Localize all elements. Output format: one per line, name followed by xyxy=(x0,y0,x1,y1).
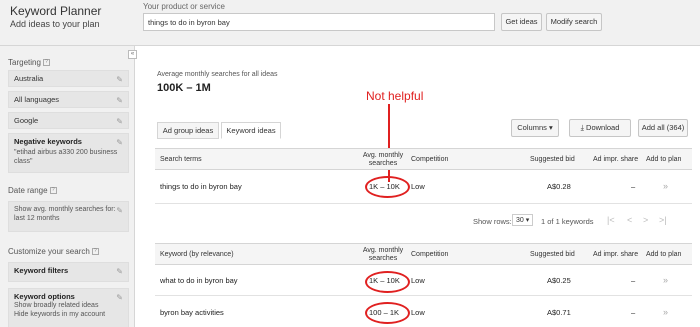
pencil-icon[interactable]: ✎ xyxy=(116,206,123,215)
help-icon[interactable]: ? xyxy=(91,248,99,256)
next-page-icon[interactable]: > xyxy=(643,215,648,225)
keyword-options-line: Hide keywords in my account xyxy=(14,311,106,318)
annotation-oval xyxy=(365,302,410,324)
customize-search-label: Customize your search? xyxy=(8,247,99,256)
keyword-options[interactable]: Keyword options Show broadly related ide… xyxy=(8,288,129,327)
help-icon[interactable]: ? xyxy=(42,59,50,67)
pencil-icon[interactable]: ✎ xyxy=(116,75,123,84)
impr-share-cell: – xyxy=(631,308,636,317)
keyword-ideas-table-header: Keyword (by relevance) Avg. monthly sear… xyxy=(155,243,692,265)
pencil-icon[interactable]: ✎ xyxy=(116,138,123,147)
annotation-oval xyxy=(365,271,410,293)
negative-keywords-value: "etihad airbus a330 200 business class" xyxy=(14,149,118,165)
caret-down-icon: ▾ xyxy=(548,123,553,132)
tab-ad-group-ideas[interactable]: Ad group ideas xyxy=(157,122,219,139)
table-row: byron bay activities 100 – 1K Low A$0.71… xyxy=(155,297,692,327)
col-ad-impr-share[interactable]: Ad impr. share xyxy=(593,251,638,259)
get-ideas-button[interactable]: Get ideas xyxy=(501,13,542,31)
keyword-options-title: Keyword options xyxy=(14,292,75,301)
search-terms-table-header: Search terms Avg. monthly searches Compe… xyxy=(155,148,692,170)
date-range-value: Show avg. monthly searches for: last 12 … xyxy=(14,206,116,222)
targeting-network[interactable]: Google ✎ xyxy=(8,112,129,129)
col-competition[interactable]: Competition xyxy=(411,156,448,164)
app-subtitle: Add ideas to your plan xyxy=(10,19,100,29)
col-competition[interactable]: Competition xyxy=(411,251,448,259)
first-page-icon[interactable]: |< xyxy=(607,215,615,225)
table-row: what to do in byron bay 1K – 10K Low A$0… xyxy=(155,266,692,296)
product-input[interactable]: things to do in byron bay xyxy=(143,13,495,31)
last-page-icon[interactable]: >| xyxy=(659,215,667,225)
download-button[interactable]: ⤓ Download xyxy=(569,119,631,137)
col-add-to-plan: Add to plan xyxy=(646,251,682,258)
col-search-terms[interactable]: Search terms xyxy=(160,156,202,164)
avg-searches-label: Average monthly searches for all ideas xyxy=(157,71,278,78)
bid-cell: A$0.25 xyxy=(547,276,571,285)
columns-label: Columns xyxy=(517,123,547,132)
col-add-to-plan: Add to plan xyxy=(646,156,682,163)
page-range: 1 of 1 keywords xyxy=(541,217,594,226)
avg-searches-value: 100K – 1M xyxy=(157,82,211,94)
prev-page-icon[interactable]: < xyxy=(627,215,632,225)
targeting-location[interactable]: Australia ✎ xyxy=(8,70,129,87)
tab-keyword-ideas[interactable]: Keyword ideas xyxy=(221,122,281,139)
col-avg-searches[interactable]: Avg. monthly searches xyxy=(355,247,411,263)
rows-select[interactable]: 30 ▾ xyxy=(512,214,534,226)
col-suggested-bid[interactable]: Suggested bid xyxy=(530,156,575,164)
keyword-text: what to do in byron bay xyxy=(160,276,238,285)
targeting-label: Targeting? xyxy=(8,58,50,67)
add-to-plan-icon[interactable]: » xyxy=(663,181,668,191)
bid-cell: A$0.28 xyxy=(547,182,571,191)
add-to-plan-icon[interactable]: » xyxy=(663,307,668,317)
date-range-setting[interactable]: Show avg. monthly searches for: last 12 … xyxy=(8,201,129,232)
bid-cell: A$0.71 xyxy=(547,308,571,317)
col-suggested-bid[interactable]: Suggested bid xyxy=(530,251,575,259)
top-header: Keyword Planner Add ideas to your plan Y… xyxy=(0,0,700,46)
keyword-text: byron bay activities xyxy=(160,308,224,317)
competition-cell: Low xyxy=(411,308,425,317)
network-value: Google xyxy=(14,116,39,125)
annotation-text: Not helpful xyxy=(366,89,424,103)
language-value: All languages xyxy=(14,95,60,104)
table-row: things to do in byron bay 1K – 10K Low A… xyxy=(155,170,692,204)
modify-search-button[interactable]: Modify search xyxy=(546,13,602,31)
show-rows-label: Show rows: xyxy=(473,217,512,226)
date-range-label: Date range? xyxy=(8,186,57,195)
targeting-language[interactable]: All languages ✎ xyxy=(8,91,129,108)
pencil-icon[interactable]: ✎ xyxy=(116,117,123,126)
add-to-plan-icon[interactable]: » xyxy=(663,275,668,285)
negative-keywords[interactable]: Negative keywords "etihad airbus a330 20… xyxy=(8,133,129,173)
negative-keywords-title: Negative keywords xyxy=(14,137,82,146)
col-avg-searches[interactable]: Avg. monthly searches xyxy=(355,152,411,168)
pencil-icon[interactable]: ✎ xyxy=(116,293,123,302)
annotation-oval xyxy=(365,176,410,198)
rows-select-value: 30 xyxy=(516,217,524,224)
pagination-bar: Show rows: 30 ▾ 1 of 1 keywords |< < > >… xyxy=(155,210,692,232)
col-ad-impr-share[interactable]: Ad impr. share xyxy=(593,156,638,164)
help-icon[interactable]: ? xyxy=(49,187,57,195)
add-all-button[interactable]: Add all (364) xyxy=(638,119,688,137)
competition-cell: Low xyxy=(411,276,425,285)
pencil-icon[interactable]: ✎ xyxy=(116,267,123,276)
download-label: Download xyxy=(586,123,620,132)
keyword-options-line: Show broadly related ideas xyxy=(14,302,99,309)
col-keyword[interactable]: Keyword (by relevance) xyxy=(160,251,234,259)
download-icon: ⤓ xyxy=(580,123,584,132)
impr-share-cell: – xyxy=(631,276,636,285)
competition-cell: Low xyxy=(411,182,425,191)
columns-button[interactable]: Columns ▾ xyxy=(511,119,559,137)
location-value: Australia xyxy=(14,74,44,83)
impr-share-cell: – xyxy=(631,182,636,191)
keyword-filters[interactable]: Keyword filters ✎ xyxy=(8,262,129,282)
app-title: Keyword Planner xyxy=(10,4,102,18)
keyword-filters-label: Keyword filters xyxy=(14,266,69,275)
pencil-icon[interactable]: ✎ xyxy=(116,96,123,105)
keyword-text: things to do in byron bay xyxy=(160,182,242,191)
collapse-sidebar-button[interactable]: « xyxy=(128,50,137,59)
product-label: Your product or service xyxy=(143,2,225,11)
